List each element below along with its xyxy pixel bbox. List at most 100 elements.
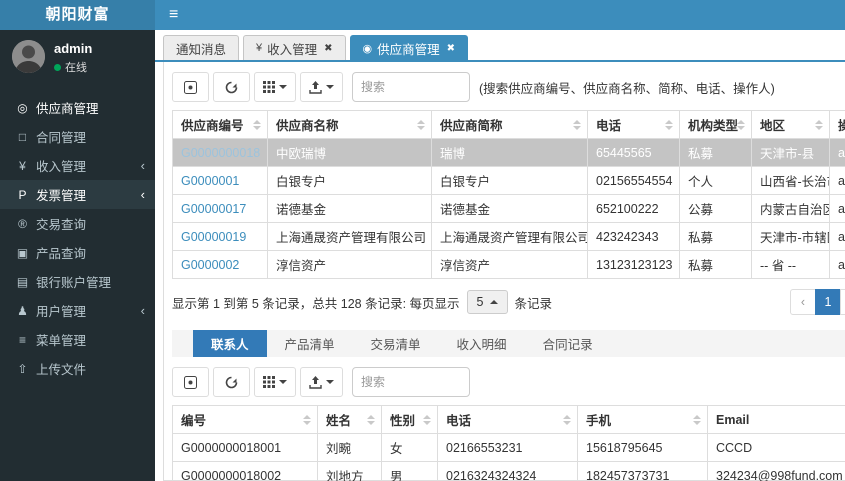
records-summary-suffix: 条记录: [514, 296, 553, 311]
supplier-search-input[interactable]: [352, 72, 470, 102]
sidebar-item-upload-file[interactable]: ⇧ 上传文件: [0, 354, 155, 383]
tab-income-management[interactable]: ¥ 收入管理 ✖: [243, 35, 346, 60]
supplier-panel: (搜索供应商编号、供应商名称、简称、电话、操作人) 供应商编号 供应商名称 供应…: [163, 62, 845, 481]
supplier-code-link[interactable]: G0000000018: [181, 146, 260, 160]
page-size-select[interactable]: 5: [466, 290, 508, 314]
sidebar-item-label: 交易查询: [36, 218, 87, 232]
cell: admin: [829, 138, 845, 167]
sidebar-item-label: 上传文件: [36, 363, 87, 377]
supplier-code-link[interactable]: G0000002: [181, 258, 239, 272]
column-header[interactable]: 电话: [437, 405, 578, 434]
cell-supplier-code: G00000019: [172, 222, 268, 251]
records-summary: 显示第 1 到第 5 条记录，总共 128 条记录: 每页显示: [172, 296, 460, 311]
cell: admin: [829, 194, 845, 223]
table-row[interactable]: G0000001 白银专户 白银专户 02156554554 个人 山西省-长治…: [172, 166, 845, 195]
close-icon[interactable]: ✖: [447, 43, 455, 54]
sort-icon: [367, 414, 375, 425]
column-header[interactable]: 供应商名称: [267, 110, 432, 139]
bank-icon: ▤: [16, 274, 29, 289]
table-row[interactable]: G0000002 淳信资产 淳信资产 13123123123 私募 -- 省 -…: [172, 250, 845, 279]
app-logo[interactable]: 朝阳财富: [0, 0, 155, 30]
cell: 诺德基金: [431, 194, 588, 223]
sidebar-toggle-icon[interactable]: ≡: [155, 6, 192, 24]
supplier-tab-icon: ◉: [362, 42, 373, 55]
yen-icon: ¥: [256, 42, 263, 54]
refresh-icon: [225, 376, 238, 388]
cell: 65445565: [587, 138, 680, 167]
tab-transaction-list[interactable]: 交易清单: [353, 330, 439, 357]
contacts-search-input[interactable]: [352, 367, 470, 397]
tab-notifications[interactable]: 通知消息: [163, 35, 240, 60]
column-header[interactable]: 供应商简称: [431, 110, 588, 139]
sort-icon: [693, 414, 701, 425]
tab-contacts[interactable]: 联系人: [193, 330, 267, 357]
chevron-down-icon: [279, 380, 287, 384]
column-header[interactable]: 地区: [751, 110, 830, 139]
sort-icon: [815, 119, 823, 130]
supplier-code-link[interactable]: G00000017: [181, 202, 246, 216]
table-row[interactable]: G0000000018 中欧瑞博 瑞博 65445565 私募 天津市-县 ad…: [172, 138, 845, 167]
column-header[interactable]: 手机: [577, 405, 708, 434]
sidebar-item-label: 供应商管理: [36, 102, 99, 116]
cell: 公募: [679, 194, 752, 223]
tab-product-list[interactable]: 产品清单: [267, 330, 353, 357]
column-header[interactable]: 机构类型: [679, 110, 752, 139]
sidebar-item-label: 合同管理: [36, 131, 87, 145]
sidebar-item-user-management[interactable]: ♟ 用户管理: [0, 296, 155, 325]
sidebar-item-bank-account-management[interactable]: ▤ 银行账户管理: [0, 267, 155, 296]
column-header[interactable]: 姓名: [317, 405, 382, 434]
supplier-code-link[interactable]: G0000001: [181, 174, 239, 188]
sidebar-item-label: 用户管理: [36, 305, 87, 319]
tab-income-detail[interactable]: 收入明细: [439, 330, 525, 357]
sidebar-item-transaction-query[interactable]: ® 交易查询: [0, 209, 155, 238]
toggle-view-button[interactable]: [172, 367, 209, 397]
table-row[interactable]: G0000000018002 刘地方 男 0216324324324 18245…: [172, 461, 845, 481]
table-row[interactable]: G00000017 诺德基金 诺德基金 652100222 公募 内蒙古自治区 …: [172, 194, 845, 223]
tab-contract-records[interactable]: 合同记录: [525, 330, 611, 357]
page-button-2[interactable]: 2: [840, 289, 845, 315]
page-button-1[interactable]: 1: [815, 289, 841, 315]
columns-button[interactable]: [254, 72, 296, 102]
column-header[interactable]: 性别: [381, 405, 438, 434]
sidebar-item-invoice-management[interactable]: P 发票管理: [0, 180, 155, 209]
toggle-view-button[interactable]: [172, 72, 209, 102]
sidebar-item-menu-management[interactable]: ≡ 菜单管理: [0, 325, 155, 354]
user-status-label: 在线: [65, 62, 87, 74]
prev-page-button[interactable]: ‹: [790, 289, 816, 315]
column-header[interactable]: 电话: [587, 110, 680, 139]
sort-icon: [417, 119, 425, 130]
columns-button[interactable]: [254, 367, 296, 397]
supplier-code-link[interactable]: G00000019: [181, 230, 246, 244]
export-button[interactable]: [300, 72, 343, 102]
tab-supplier-management[interactable]: ◉ 供应商管理 ✖: [349, 35, 469, 60]
sidebar-item-income-management[interactable]: ¥ 收入管理: [0, 151, 155, 180]
toggle-view-icon: [184, 80, 197, 94]
table-row[interactable]: G00000019 上海通晟资产管理有限公司 上海通晟资产管理有限公司 4232…: [172, 222, 845, 251]
close-icon[interactable]: ✖: [324, 43, 332, 54]
refresh-button[interactable]: [213, 367, 250, 397]
cell: -- 省 --: [751, 250, 830, 279]
sidebar-item-supplier-management[interactable]: ◎ 供应商管理: [0, 93, 155, 122]
column-header[interactable]: 编号: [172, 405, 318, 434]
export-button[interactable]: [300, 367, 343, 397]
refresh-button[interactable]: [213, 72, 250, 102]
table-row[interactable]: G0000000018001 刘畹 女 02166553231 15618795…: [172, 433, 845, 462]
sidebar-menu: ◎ 供应商管理 □ 合同管理 ¥ 收入管理 P 发票管理 ® 交易查询 ▣ 产品…: [0, 93, 155, 383]
sort-icon: [737, 119, 745, 130]
page-size-value: 5: [476, 295, 484, 309]
contacts-header-row: 编号 姓名 性别 电话 手机 Email: [172, 405, 845, 434]
user-panel: admin 在线: [0, 30, 155, 83]
sidebar-item-product-query[interactable]: ▣ 产品查询: [0, 238, 155, 267]
cell: 上海通晟资产管理有限公司: [431, 222, 588, 251]
sidebar-item-label: 银行账户管理: [36, 276, 112, 290]
column-header[interactable]: 操作人: [829, 110, 845, 139]
column-header[interactable]: Email: [707, 405, 845, 434]
pagination: ‹ 1 2: [790, 289, 845, 315]
cell: 淳信资产: [431, 250, 588, 279]
refresh-icon: [225, 81, 238, 93]
cell: admin: [829, 222, 845, 251]
cell: 13123123123: [587, 250, 680, 279]
main-content: 通知消息 ¥ 收入管理 ✖ ◉ 供应商管理 ✖ 搜索 (搜索供应商编号、供应商名…: [155, 30, 845, 481]
sidebar-item-contract-management[interactable]: □ 合同管理: [0, 122, 155, 151]
column-header[interactable]: 供应商编号: [172, 110, 268, 139]
